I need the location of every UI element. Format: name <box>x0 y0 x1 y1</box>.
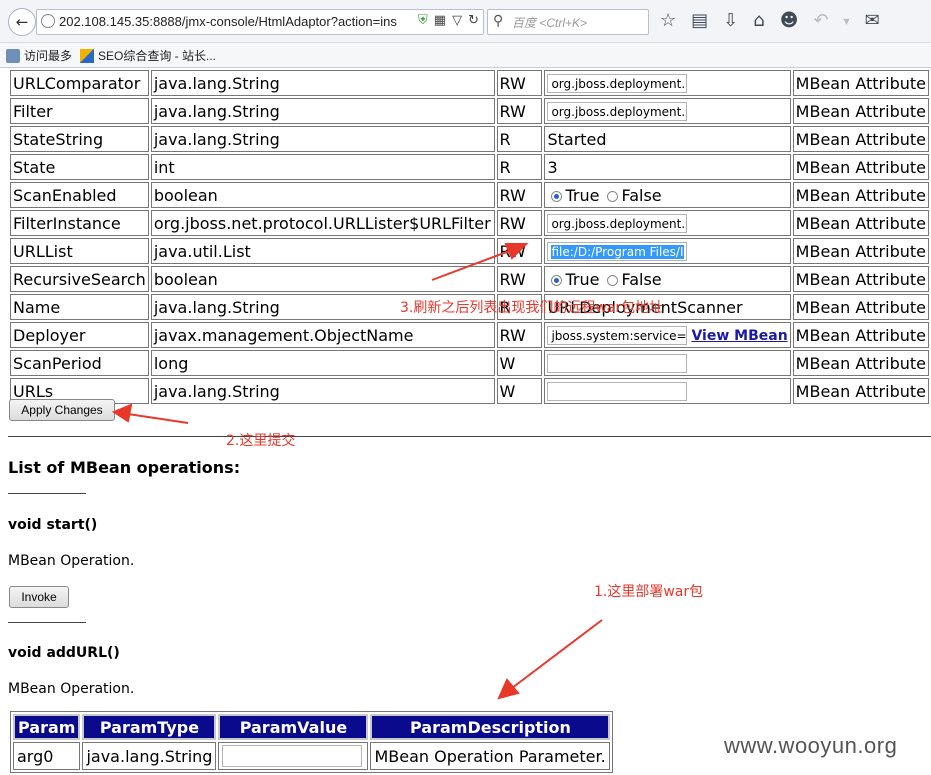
annotation-1: 1.这里部署war包 <box>594 584 704 600</box>
annotation-arrow-1 <box>511 619 603 689</box>
watermark: www.wooyun.org <box>724 733 898 758</box>
arrowhead <box>504 243 529 260</box>
annotation-arrow-2 <box>127 413 189 424</box>
annotation-3: 3.刷新之后列表出现我们的远程war包地址 <box>400 300 664 316</box>
annotation-arrows <box>111 243 603 700</box>
arrowhead <box>497 678 520 700</box>
annotation-2: 2.这里提交 <box>226 433 296 449</box>
annotation-arrow-3 <box>431 249 513 281</box>
arrowhead <box>111 403 133 423</box>
